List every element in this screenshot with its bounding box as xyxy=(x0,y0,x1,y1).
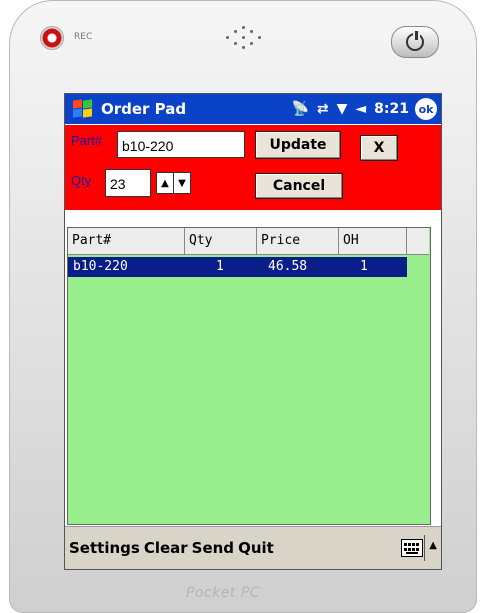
part-label: Part# xyxy=(71,133,103,148)
column-header-qty[interactable]: Qty xyxy=(185,228,257,254)
cancel-button[interactable]: Cancel xyxy=(255,173,343,199)
update-button[interactable]: Update xyxy=(255,131,341,159)
order-grid[interactable]: Part# Qty Price OH b10-220 1 46.58 1 xyxy=(67,227,431,525)
order-form: Part# b10-220 Qty 23 ▲ ▼ Update X Cancel xyxy=(65,125,441,210)
menu-settings[interactable]: Settings xyxy=(69,539,140,557)
column-header-oh[interactable]: OH xyxy=(339,228,407,254)
rec-label: REC xyxy=(74,32,93,42)
qty-label: Qty xyxy=(71,173,92,188)
menu-separator xyxy=(424,535,425,561)
keyboard-icon[interactable] xyxy=(401,539,423,557)
record-button[interactable] xyxy=(40,26,64,50)
menu-clear[interactable]: Clear xyxy=(144,539,188,557)
status-icons: 📡 ⇄ ▼ ◄ 8:21 xyxy=(291,101,409,117)
clock[interactable]: 8:21 xyxy=(374,101,409,117)
part-input[interactable]: b10-220 xyxy=(117,131,245,158)
qty-input[interactable]: 23 xyxy=(105,169,151,197)
signal-icon[interactable]: ▼ xyxy=(337,101,348,117)
screen: Order Pad 📡 ⇄ ▼ ◄ 8:21 ok Part# b10-220 … xyxy=(64,93,442,570)
up-arrow-icon[interactable]: ▲ xyxy=(429,540,437,551)
antenna-icon[interactable]: 📡 xyxy=(291,101,308,117)
column-header-part[interactable]: Part# xyxy=(68,228,185,254)
cell-qty: 1 xyxy=(216,259,224,274)
menu-bar: Settings Clear Send Quit ▲ xyxy=(65,526,441,569)
ok-button[interactable]: ok xyxy=(415,98,437,120)
cell-oh: 1 xyxy=(360,259,368,274)
taskbar: Order Pad 📡 ⇄ ▼ ◄ 8:21 ok xyxy=(65,94,441,124)
grid-header: Part# Qty Price OH xyxy=(68,228,429,255)
column-header-empty xyxy=(407,228,429,254)
menu-send[interactable]: Send xyxy=(192,539,234,557)
close-button[interactable]: X xyxy=(360,135,398,161)
qty-up-arrow-icon[interactable]: ▲ xyxy=(156,172,174,194)
power-icon xyxy=(406,31,424,51)
app-title: Order Pad xyxy=(101,100,187,118)
menu-quit[interactable]: Quit xyxy=(238,539,274,557)
cell-part: b10-220 xyxy=(73,259,128,274)
windows-start-icon[interactable] xyxy=(67,97,95,121)
speaker-icon xyxy=(220,24,270,54)
cell-price: 46.58 xyxy=(268,259,308,274)
column-header-price[interactable]: Price xyxy=(257,228,339,254)
power-button[interactable] xyxy=(391,26,439,58)
brand-label: Pocket PC xyxy=(186,585,261,601)
table-row[interactable]: b10-220 1 46.58 1 xyxy=(68,257,407,277)
qty-down-arrow-icon[interactable]: ▼ xyxy=(173,172,191,194)
speaker-icon[interactable]: ◄ xyxy=(355,101,366,117)
sync-arrows-icon[interactable]: ⇄ xyxy=(317,101,329,117)
